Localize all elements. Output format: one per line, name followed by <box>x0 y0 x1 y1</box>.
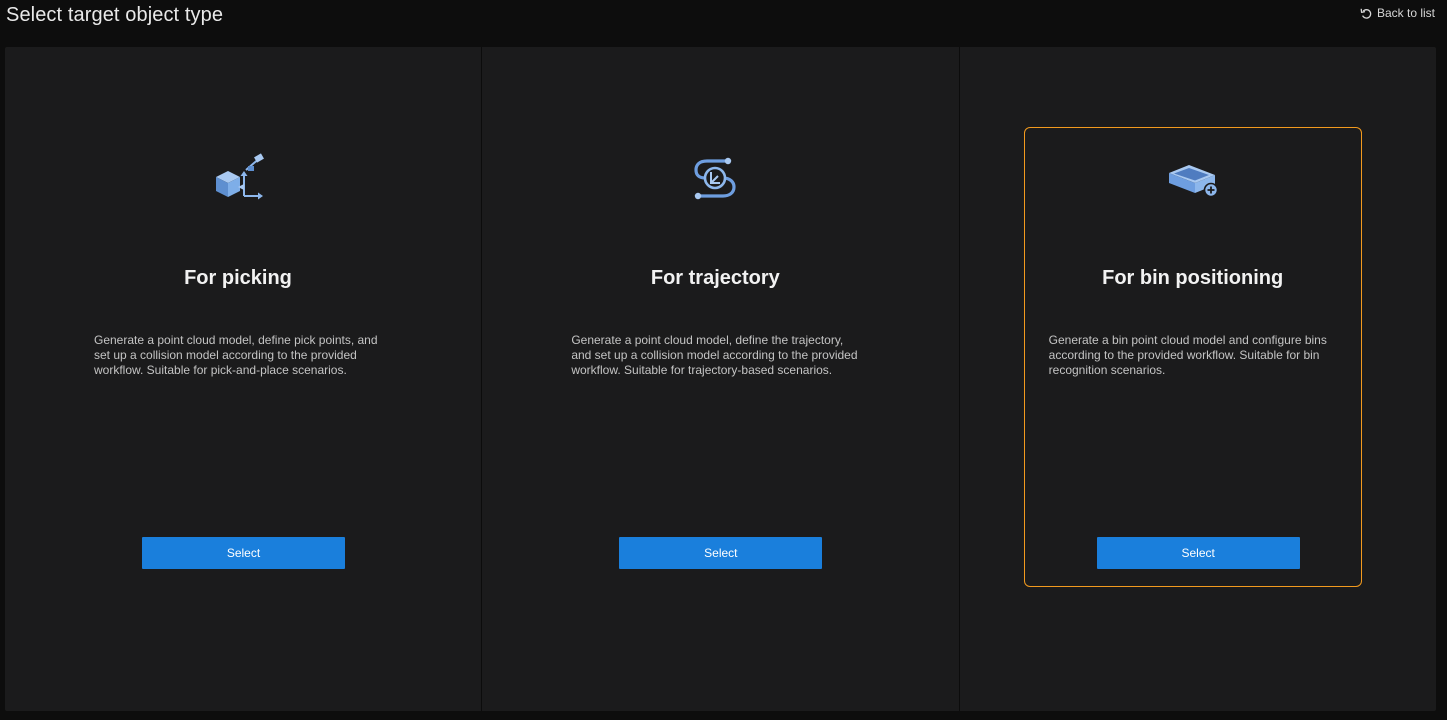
back-to-list-button[interactable]: Back to list <box>1360 6 1435 20</box>
card-title: For trajectory <box>650 267 780 289</box>
select-button-picking[interactable]: Select <box>142 537 345 569</box>
page-title: Select target object type <box>6 4 224 26</box>
card-for-trajectory[interactable]: For trajectory Generate a point cloud mo… <box>546 127 884 587</box>
bin-add-icon <box>1163 152 1223 212</box>
card-description: Generate a point cloud model, define pic… <box>94 333 378 377</box>
card-title: For picking <box>184 267 292 289</box>
card-for-bin-positioning[interactable]: For bin positioning Generate a bin point… <box>1023 127 1362 587</box>
card-title: For bin positioning <box>1102 267 1284 289</box>
select-button-bin-positioning[interactable]: Select <box>1096 537 1300 569</box>
object-type-panel: For picking Generate a point cloud model… <box>5 47 1436 711</box>
card-for-picking[interactable]: For picking Generate a point cloud model… <box>69 127 407 587</box>
back-to-list-label: Back to list <box>1376 6 1435 20</box>
trajectory-path-icon <box>685 152 745 212</box>
column-bin-positioning: For bin positioning Generate a bin point… <box>960 47 1436 711</box>
column-picking: For picking Generate a point cloud model… <box>5 47 483 711</box>
select-button-trajectory[interactable]: Select <box>619 537 823 569</box>
card-description: Generate a point cloud model, define the… <box>571 333 858 377</box>
picking-box-axes-icon <box>208 152 268 212</box>
undo-arrow-icon <box>1360 7 1373 20</box>
card-description: Generate a bin point cloud model and con… <box>1048 333 1327 377</box>
column-trajectory: For trajectory Generate a point cloud mo… <box>482 47 960 711</box>
header: Select target object type Back to list <box>0 0 1447 40</box>
